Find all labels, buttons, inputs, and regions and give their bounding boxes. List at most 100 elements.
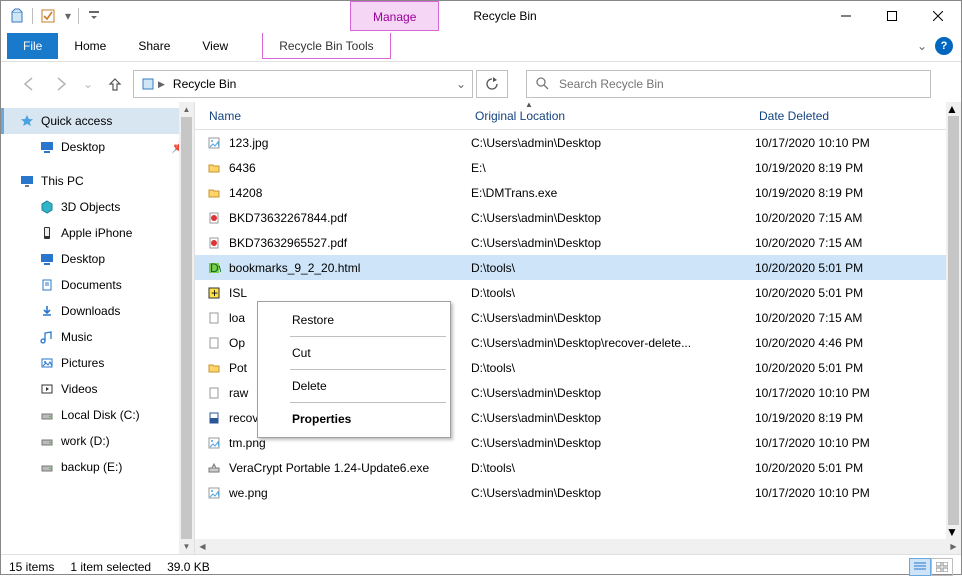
menu-separator xyxy=(290,336,446,337)
scroll-down-icon[interactable]: ▼ xyxy=(179,539,194,554)
tree-item-apple-iphone[interactable]: Apple iPhone xyxy=(1,220,194,246)
qat-separator xyxy=(32,8,33,24)
tree-item-local-disk-c-[interactable]: Local Disk (C:) xyxy=(1,402,194,428)
img-icon xyxy=(205,485,223,501)
status-selected-count: 1 item selected xyxy=(70,560,151,574)
tree-label: Videos xyxy=(61,382,97,396)
close-button[interactable] xyxy=(915,1,961,31)
tree-label: Quick access xyxy=(41,114,112,128)
qat-customize-icon[interactable] xyxy=(84,6,104,26)
scroll-thumb[interactable] xyxy=(181,117,192,539)
file-date-deleted: 10/17/2020 10:10 PM xyxy=(755,136,961,150)
star-icon xyxy=(19,113,35,129)
folder-icon xyxy=(205,160,223,176)
file-row[interactable]: BKD73632965527.pdfC:\Users\admin\Desktop… xyxy=(195,230,961,255)
minimize-button[interactable] xyxy=(823,1,869,31)
forward-button[interactable] xyxy=(47,70,75,98)
ribbon-tab-home[interactable]: Home xyxy=(58,33,122,59)
scroll-left-icon[interactable]: ◀ xyxy=(195,539,210,554)
scroll-right-icon[interactable]: ▶ xyxy=(946,539,961,554)
tree-item-documents[interactable]: Documents xyxy=(1,272,194,298)
menu-item-restore[interactable]: Restore xyxy=(258,306,450,334)
file-date-deleted: 10/20/2020 4:46 PM xyxy=(755,336,961,350)
column-date-deleted[interactable]: Date Deleted xyxy=(755,109,961,123)
file-date-deleted: 10/19/2020 8:19 PM xyxy=(755,161,961,175)
refresh-button[interactable] xyxy=(476,70,508,98)
scroll-up-icon[interactable]: ▲ xyxy=(179,102,194,117)
tree-label: Music xyxy=(61,330,92,344)
file-row[interactable]: 6436E:\10/19/2020 8:19 PM xyxy=(195,155,961,180)
ribbon-tab-recyclebin-tools[interactable]: Recycle Bin Tools xyxy=(262,33,391,59)
file-row[interactable]: 14208E:\DMTrans.exe10/19/2020 8:19 PM xyxy=(195,180,961,205)
file-name: bookmarks_9_2_20.html xyxy=(229,261,471,275)
properties-qat-icon[interactable] xyxy=(38,6,58,26)
tree-item-videos[interactable]: Videos xyxy=(1,376,194,402)
qat-dropdown-icon[interactable]: ▾ xyxy=(63,6,73,26)
column-name[interactable]: Name xyxy=(205,109,471,123)
menu-item-cut[interactable]: Cut xyxy=(258,339,450,367)
file-row[interactable]: 123.jpgC:\Users\admin\Desktop10/17/2020 … xyxy=(195,130,961,155)
tree-label: Pictures xyxy=(61,356,104,370)
scroll-up-icon[interactable]: ▲ xyxy=(946,102,961,116)
quick-access-toolbar: ▾ xyxy=(1,6,110,26)
list-horizontal-scrollbar[interactable]: ◀ ▶ xyxy=(195,539,961,554)
column-original-location[interactable]: Original Location xyxy=(471,109,755,123)
tree-item-pictures[interactable]: Pictures xyxy=(1,350,194,376)
dw-icon: Dw xyxy=(205,260,223,276)
file-original-location: D:\tools\ xyxy=(471,361,755,375)
tree-item-3d-objects[interactable]: 3D Objects xyxy=(1,194,194,220)
file-row[interactable]: VeraCrypt Portable 1.24-Update6.exeD:\to… xyxy=(195,455,961,480)
search-box[interactable] xyxy=(526,70,931,98)
file-row[interactable]: BKD73632267844.pdfC:\Users\admin\Desktop… xyxy=(195,205,961,230)
ribbon-tab-share[interactable]: Share xyxy=(122,33,186,59)
context-menu: Restore Cut Delete Properties xyxy=(257,301,451,438)
qat-separator xyxy=(78,8,79,24)
search-icon xyxy=(535,76,549,93)
drive-icon xyxy=(39,433,55,449)
tree-item-work-d-[interactable]: work (D:) xyxy=(1,428,194,454)
scroll-down-icon[interactable]: ▼ xyxy=(946,525,961,539)
file-row[interactable]: we.pngC:\Users\admin\Desktop10/17/2020 1… xyxy=(195,480,961,505)
file-row[interactable]: Dwbookmarks_9_2_20.htmlD:\tools\10/20/20… xyxy=(195,255,961,280)
tree-label: Apple iPhone xyxy=(61,226,132,240)
breadcrumb-chevron-icon[interactable]: ▶ xyxy=(156,79,167,90)
recycle-bin-icon[interactable] xyxy=(7,6,27,26)
back-button[interactable] xyxy=(15,70,43,98)
breadcrumb-segment[interactable]: Recycle Bin xyxy=(167,77,242,91)
menu-item-delete[interactable]: Delete xyxy=(258,372,450,400)
file-original-location: D:\tools\ xyxy=(471,261,755,275)
list-vertical-scrollbar[interactable]: ▲ ▼ xyxy=(946,102,961,539)
menu-item-properties[interactable]: Properties xyxy=(258,405,450,433)
maximize-button[interactable] xyxy=(869,1,915,31)
recent-locations-button[interactable]: ⌄ xyxy=(79,70,97,98)
tree-item-downloads[interactable]: Downloads xyxy=(1,298,194,324)
tree-item-this-pc[interactable]: This PC xyxy=(1,168,194,194)
ribbon-tab-file[interactable]: File xyxy=(7,33,58,59)
file-icon xyxy=(205,310,223,326)
view-details-button[interactable] xyxy=(909,558,931,576)
view-large-icons-button[interactable] xyxy=(931,558,953,576)
scroll-thumb[interactable] xyxy=(948,116,959,525)
tree-label: 3D Objects xyxy=(61,200,120,214)
tree-item-music[interactable]: Music xyxy=(1,324,194,350)
tree-item-quick-access[interactable]: Quick access xyxy=(1,108,194,134)
tree-item-desktop[interactable]: Desktop 📌 xyxy=(1,134,194,160)
ribbon-tab-view[interactable]: View xyxy=(186,33,244,59)
search-input[interactable] xyxy=(559,77,922,91)
tree-item-backup-e-[interactable]: backup (E:) xyxy=(1,454,194,480)
up-button[interactable] xyxy=(101,70,129,98)
tree-item-desktop[interactable]: Desktop xyxy=(1,246,194,272)
pdf-icon xyxy=(205,235,223,251)
file-date-deleted: 10/20/2020 5:01 PM xyxy=(755,361,961,375)
svg-text:Dw: Dw xyxy=(210,261,221,275)
file-original-location: C:\Users\admin\Desktop xyxy=(471,136,755,150)
file-original-location: C:\Users\admin\Desktop xyxy=(471,211,755,225)
address-bar[interactable]: ▶ Recycle Bin ⌄ xyxy=(133,70,473,98)
ribbon-collapse-icon[interactable]: ⌄ xyxy=(917,39,927,53)
nav-scrollbar[interactable]: ▲ ▼ xyxy=(179,102,194,554)
file-name: 6436 xyxy=(229,161,471,175)
img-icon xyxy=(205,435,223,451)
help-button[interactable]: ? xyxy=(935,37,953,55)
address-dropdown-icon[interactable]: ⌄ xyxy=(456,77,466,91)
ribbon-context-tab[interactable]: Manage xyxy=(350,1,439,31)
